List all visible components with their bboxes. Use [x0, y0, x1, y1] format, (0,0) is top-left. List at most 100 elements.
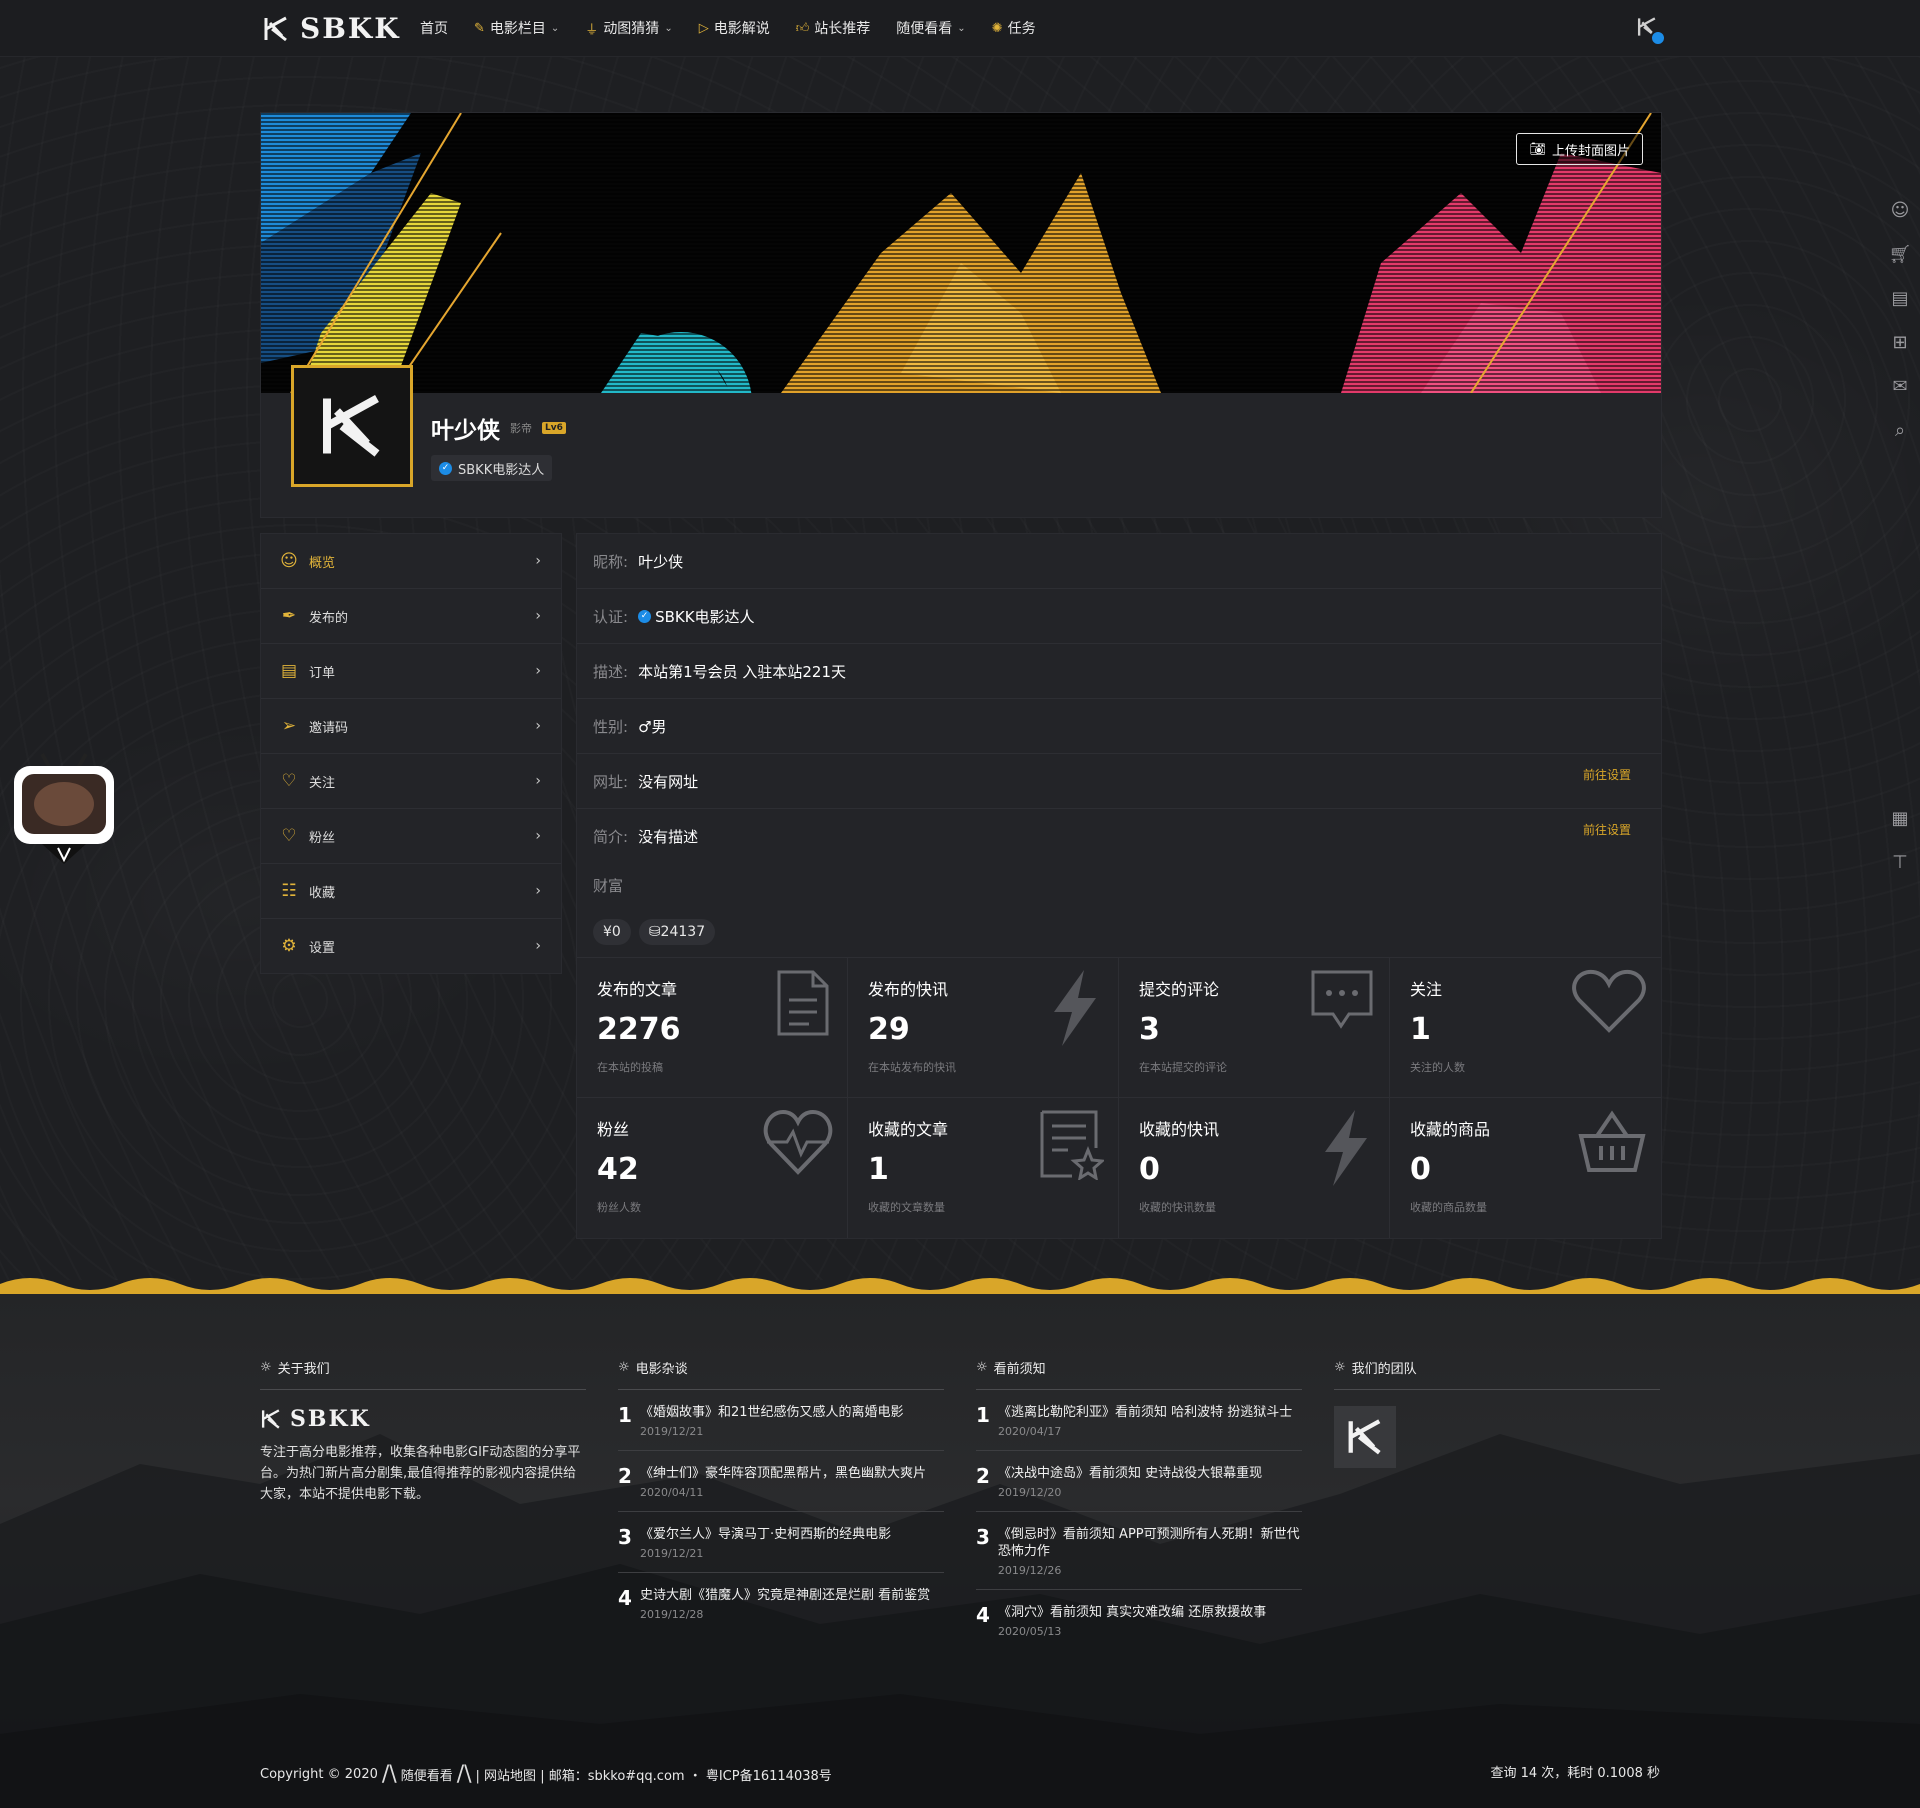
post-title[interactable]: 史诗大剧《猎魔人》究竟是神剧还是烂剧 看前鉴赏 [640, 1587, 930, 1604]
sidebar-item-settings[interactable]: ⚙ 设置 › [261, 919, 561, 973]
back-to-top-icon[interactable]: ⊤ [1892, 852, 1908, 873]
stat-card-fans[interactable]: 粉丝 42 粉丝人数 [577, 1098, 848, 1238]
post-title[interactable]: 《洞穴》看前须知 真实灾难改编 还原救援故事 [998, 1604, 1266, 1621]
stats-grid: 发布的文章 2276 在本站的投稿 发布的快讯 29 在本站发布的快讯 提交的评… [577, 958, 1661, 1238]
bracket-left-icon: /\ [381, 1762, 397, 1787]
stat-subtitle: 收藏的快讯数量 [1139, 1201, 1216, 1214]
info-label: 性别: [593, 717, 629, 736]
feather-icon: ✒ [281, 606, 297, 626]
sidebar-item-overview[interactable]: ☺ 概览 › [261, 534, 561, 589]
team-member-avatar[interactable] [1334, 1406, 1396, 1468]
info-verify: 认证: ✓ SBKK电影达人 [577, 589, 1661, 644]
floating-mascot[interactable] [12, 744, 116, 864]
nav-movie-column[interactable]: ✎ 电影栏目 ⌄ [474, 18, 559, 38]
go-settings-link[interactable]: 前往设置 [1583, 766, 1631, 783]
chevron-down-icon: ⌄ [664, 22, 673, 34]
order-icon: ▤ [280, 661, 298, 681]
stat-card-comments[interactable]: 提交的评论 3 在本站提交的评论 [1119, 958, 1390, 1098]
stat-subtitle: 在本站的投稿 [597, 1061, 663, 1074]
nav-random[interactable]: 随便看看 ⌄ [896, 18, 965, 38]
upload-cover-button[interactable]: 📷︎ 上传封面图片 [1516, 133, 1643, 165]
lightning-icon [1325, 1110, 1367, 1186]
list-item[interactable]: 1 《逃离比勒陀利亚》看前须知 哈利波特 扮逃狱斗士 2020/04/17 [976, 1390, 1302, 1451]
search-icon[interactable]: ⌕ [1895, 420, 1905, 441]
post-date: 2019/12/21 [640, 1547, 704, 1560]
list-item[interactable]: 2 《决战中途岛》看前须知 史诗战役大银幕重现 2019/12/20 [976, 1451, 1302, 1512]
stat-card-flash[interactable]: 发布的快讯 29 在本站发布的快讯 [848, 958, 1119, 1098]
right-toolbar-bottom: ▦ ⊤ [1880, 808, 1920, 873]
post-title[interactable]: 《决战中途岛》看前须知 史诗战役大银幕重现 [998, 1465, 1262, 1482]
stat-card-fav-flash[interactable]: 收藏的快讯 0 收藏的快讯数量 [1119, 1098, 1390, 1238]
list-item[interactable]: 1 《婚姻故事》和21世纪感伤又感人的离婚电影 2019/12/21 [618, 1390, 944, 1451]
nav-recommend-label: 站长推荐 [814, 21, 871, 37]
stat-subtitle: 粉丝人数 [597, 1201, 641, 1214]
right-toolbar: ☺ 🛒︎ ▤ ⊞ ✉ ⌕ [1880, 200, 1920, 441]
site-name: SBKK [300, 12, 401, 45]
chevron-right-icon: › [535, 608, 541, 624]
random-link[interactable]: 随便看看 [401, 1765, 453, 1784]
nav-home[interactable]: 首页 [420, 18, 448, 38]
footer-movie-talk: ☼ 电影杂谈 1 《婚姻故事》和21世纪感伤又感人的离婚电影 2019/12/21 2… [618, 1358, 944, 1633]
gift-icon[interactable]: ⊞ [1892, 332, 1907, 353]
list-item[interactable]: 4 史诗大剧《猎魔人》究竟是神剧还是烂剧 看前鉴赏 2019/12/28 [618, 1573, 944, 1633]
ticket-icon[interactable]: ▤ [1891, 288, 1908, 309]
post-date: 2019/12/20 [998, 1486, 1062, 1499]
post-title[interactable]: 《逃离比勒陀利亚》看前须知 哈利波特 扮逃狱斗士 [998, 1404, 1292, 1421]
stat-subtitle: 关注的人数 [1410, 1061, 1465, 1074]
info-label: 网址: [593, 772, 629, 791]
nav-movie-explain[interactable]: ▷ 电影解说 [699, 18, 770, 38]
collect-icon: ☷ [281, 881, 297, 901]
sidebar-item-favorites[interactable]: ☷ 收藏 › [261, 864, 561, 919]
user-icon[interactable]: ☺ [1891, 200, 1910, 221]
chevron-right-icon: › [535, 553, 541, 569]
post-title[interactable]: 《倒忌时》看前须知 APP可预测所有人死期！新世代恐怖力作 [998, 1526, 1302, 1560]
sidebar-item-fans[interactable]: ♡ 粉丝 › [261, 809, 561, 864]
info-bio: 简介: 没有描述 前往设置 [577, 809, 1661, 863]
post-title[interactable]: 《婚姻故事》和21世纪感伤又感人的离婚电影 [640, 1404, 904, 1421]
list-item[interactable]: 3 《倒忌时》看前须知 APP可预测所有人死期！新世代恐怖力作 2019/12/26 [976, 1512, 1302, 1590]
sidebar-item-published[interactable]: ✒ 发布的 › [261, 589, 561, 644]
post-date: 2019/12/26 [997, 1564, 1062, 1577]
site-logo[interactable]: SBKK [262, 12, 401, 45]
nav-gif-guess[interactable]: ⏚ 动图猜猜 ⌄ [585, 18, 672, 38]
stat-card-fav-articles[interactable]: 收藏的文章 1 收藏的文章数量 [848, 1098, 1119, 1238]
post-rank: 2 [618, 1464, 632, 1488]
list-item[interactable]: 2 《绅士们》豪华阵容顶配黑帮片，黑色幽默大爽片 2020/04/11 [618, 1451, 944, 1512]
chevron-right-icon: › [535, 883, 541, 899]
wealth-row: ¥0 ⛁24137 [577, 907, 1661, 958]
info-value: ♂男 [638, 717, 667, 736]
info-value: 本站第1号会员 入驻本站221天 [638, 662, 847, 681]
cart-icon[interactable]: 🛒︎ [1889, 244, 1912, 265]
profile-card: 📷︎ 上传封面图片 叶少侠 影帝 Lv6 ✓ SBKK电影达人 [260, 112, 1662, 518]
mail-icon[interactable]: ✉ [1892, 376, 1907, 397]
cover-image: 📷︎ 上传封面图片 [261, 113, 1661, 393]
list-item[interactable]: 4 《洞穴》看前须知 真实灾难改编 还原救援故事 2020/05/13 [976, 1590, 1302, 1650]
sun-icon: ☼ [618, 1360, 630, 1375]
footer-logo[interactable]: SBKK [260, 1406, 586, 1432]
cover-art [261, 113, 1661, 393]
stat-card-articles[interactable]: 发布的文章 2276 在本站的投稿 [577, 958, 848, 1098]
sidebar-item-label: 收藏 [309, 885, 336, 901]
post-title[interactable]: 《爱尔兰人》导演马丁·史柯西斯的经典电影 [640, 1526, 891, 1543]
nav-recommend[interactable]: 👍︎ 站长推荐 [796, 18, 871, 38]
stat-card-following[interactable]: 关注 1 关注的人数 [1390, 958, 1661, 1098]
post-date: 2020/04/17 [998, 1425, 1062, 1438]
header-user-avatar[interactable] [1636, 16, 1666, 46]
sun-icon: ☼ [1334, 1360, 1346, 1375]
footer-column-title-text: 我们的团队 [1351, 1362, 1417, 1377]
balance-pill[interactable]: ¥0 [593, 919, 631, 945]
sidebar-item-orders[interactable]: ▤ 订单 › [261, 644, 561, 699]
info-label: 昵称: [593, 552, 629, 571]
points-pill[interactable]: ⛁24137 [638, 919, 716, 945]
stat-card-fav-products[interactable]: 收藏的商品 0 收藏的商品数量 [1390, 1098, 1661, 1238]
sidebar-item-following[interactable]: ♡ 关注 › [261, 754, 561, 809]
qrcode-icon[interactable]: ▦ [1891, 808, 1908, 829]
post-date: 2019/12/21 [640, 1425, 704, 1438]
list-item[interactable]: 3 《爱尔兰人》导演马丁·史柯西斯的经典电影 2019/12/21 [618, 1512, 944, 1573]
sidebar-item-invite[interactable]: ➢ 邀请码 › [261, 699, 561, 754]
go-settings-link[interactable]: 前往设置 [1583, 821, 1631, 838]
profile-avatar[interactable] [291, 365, 413, 487]
nav-tasks[interactable]: ✺ 任务 [992, 18, 1036, 38]
chevron-right-icon: › [535, 938, 541, 954]
post-title[interactable]: 《绅士们》豪华阵容顶配黑帮片，黑色幽默大爽片 [640, 1465, 926, 1482]
